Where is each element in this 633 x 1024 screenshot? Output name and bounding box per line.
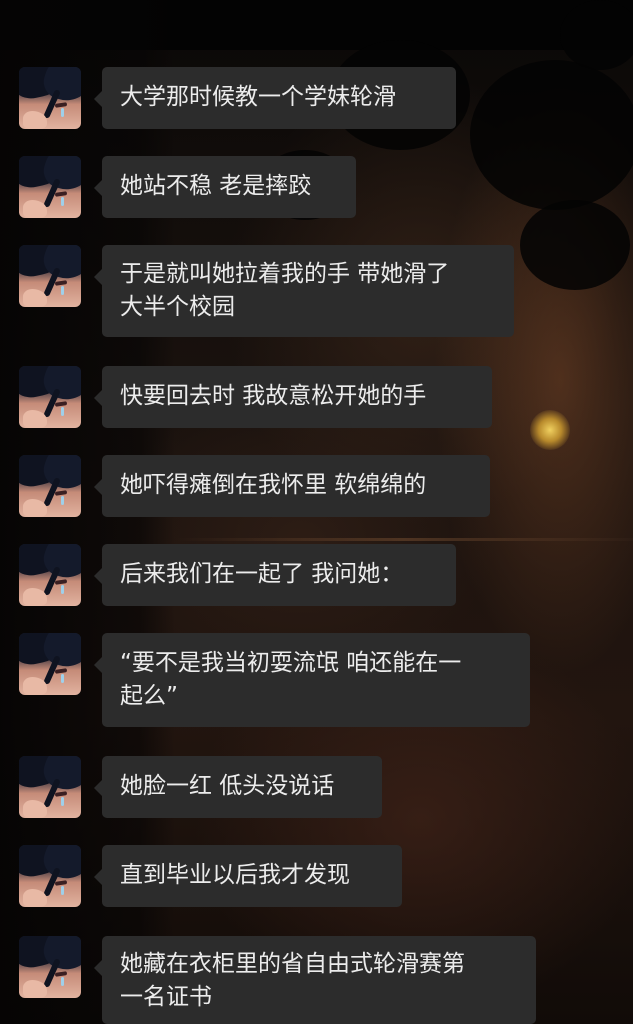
user-avatar[interactable] [19, 455, 81, 517]
user-avatar[interactable] [19, 936, 81, 998]
user-avatar[interactable] [19, 67, 81, 129]
user-avatar[interactable] [19, 544, 81, 606]
message-bubble[interactable]: “要不是我当初耍流氓 咱还能在一 起么” [94, 633, 530, 727]
message-bubble[interactable]: 她脸一红 低头没说话 [94, 756, 382, 818]
user-avatar[interactable] [19, 633, 81, 695]
message-bubble[interactable]: 她吓得瘫倒在我怀里 软绵绵的 [94, 455, 490, 517]
message-bubble[interactable]: 她藏在衣柜里的省自由式轮滑赛第 一名证书 [94, 936, 536, 1024]
message-bubble[interactable]: 快要回去时 我故意松开她的手 [94, 366, 492, 428]
message-bubble[interactable]: 后来我们在一起了 我问她： [94, 544, 456, 606]
user-avatar[interactable] [19, 366, 81, 428]
message-bubble[interactable]: 直到毕业以后我才发现 [94, 845, 402, 907]
message-bubble[interactable]: 于是就叫她拉着我的手 带她滑了 大半个校园 [94, 245, 514, 337]
sun-glow [530, 410, 570, 450]
user-avatar[interactable] [19, 156, 81, 218]
user-avatar[interactable] [19, 845, 81, 907]
user-avatar[interactable] [19, 756, 81, 818]
message-bubble[interactable]: 大学那时候教一个学妹轮滑 [94, 67, 456, 129]
message-bubble[interactable]: 她站不稳 老是摔跤 [94, 156, 356, 218]
user-avatar[interactable] [19, 245, 81, 307]
